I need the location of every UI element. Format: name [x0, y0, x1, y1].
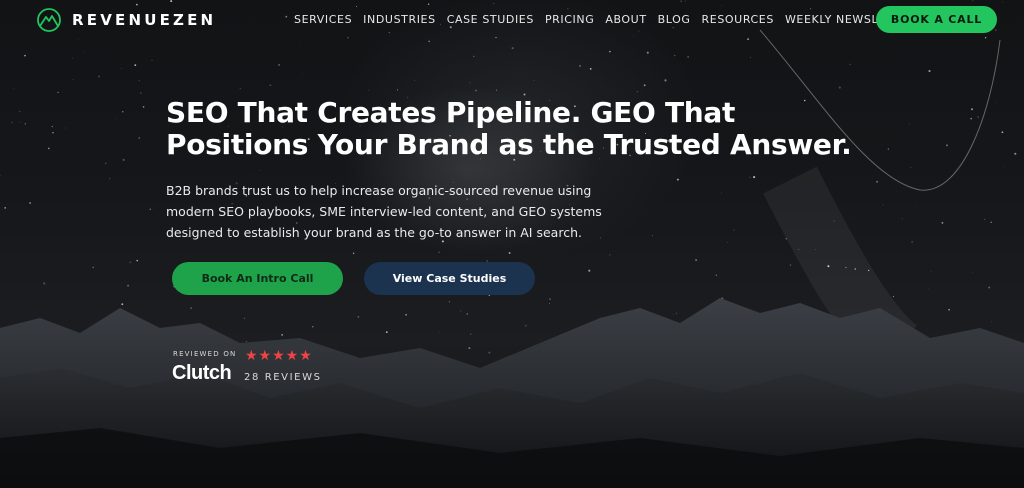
- book-a-call-button[interactable]: BOOK A CALL: [876, 6, 997, 33]
- hero-headline: SEO That Creates Pipeline. GEO That Posi…: [166, 96, 852, 161]
- nav-resources[interactable]: RESOURCES: [702, 13, 774, 26]
- nav-about[interactable]: ABOUT: [605, 13, 646, 26]
- brand-name: REVENUEZEN: [72, 11, 217, 29]
- mountain-logo-icon: [37, 8, 61, 32]
- nav-case-studies[interactable]: CASE STUDIES: [447, 13, 534, 26]
- nav-services[interactable]: SERVICES: [294, 13, 352, 26]
- nav-blog[interactable]: BLOG: [658, 13, 691, 26]
- view-case-studies-button[interactable]: View Case Studies: [364, 262, 535, 295]
- site-header: REVENUEZEN SERVICES INDUSTRIES CASE STUD…: [0, 0, 1024, 40]
- nav-industries[interactable]: INDUSTRIES: [363, 13, 436, 26]
- star-rating: ★★★★★: [245, 347, 313, 363]
- hero-subcopy: B2B brands trust us to help increase org…: [166, 183, 602, 240]
- nav-pricing[interactable]: PRICING: [545, 13, 594, 26]
- clutch-badge[interactable]: REVIEWED ON ★★★★★ Clutch 28 REVIEWS: [172, 347, 332, 390]
- book-intro-call-button[interactable]: Book An Intro Call: [172, 262, 343, 295]
- clutch-logo: Clutch: [172, 362, 232, 384]
- mountain-range: [0, 298, 1024, 488]
- brand-logo[interactable]: REVENUEZEN: [36, 8, 216, 32]
- hero-section: [0, 0, 1024, 488]
- main-nav: SERVICES INDUSTRIES CASE STUDIES PRICING…: [294, 13, 927, 26]
- reviewed-on-label: REVIEWED ON: [173, 350, 237, 358]
- review-count: 28 REVIEWS: [244, 372, 322, 383]
